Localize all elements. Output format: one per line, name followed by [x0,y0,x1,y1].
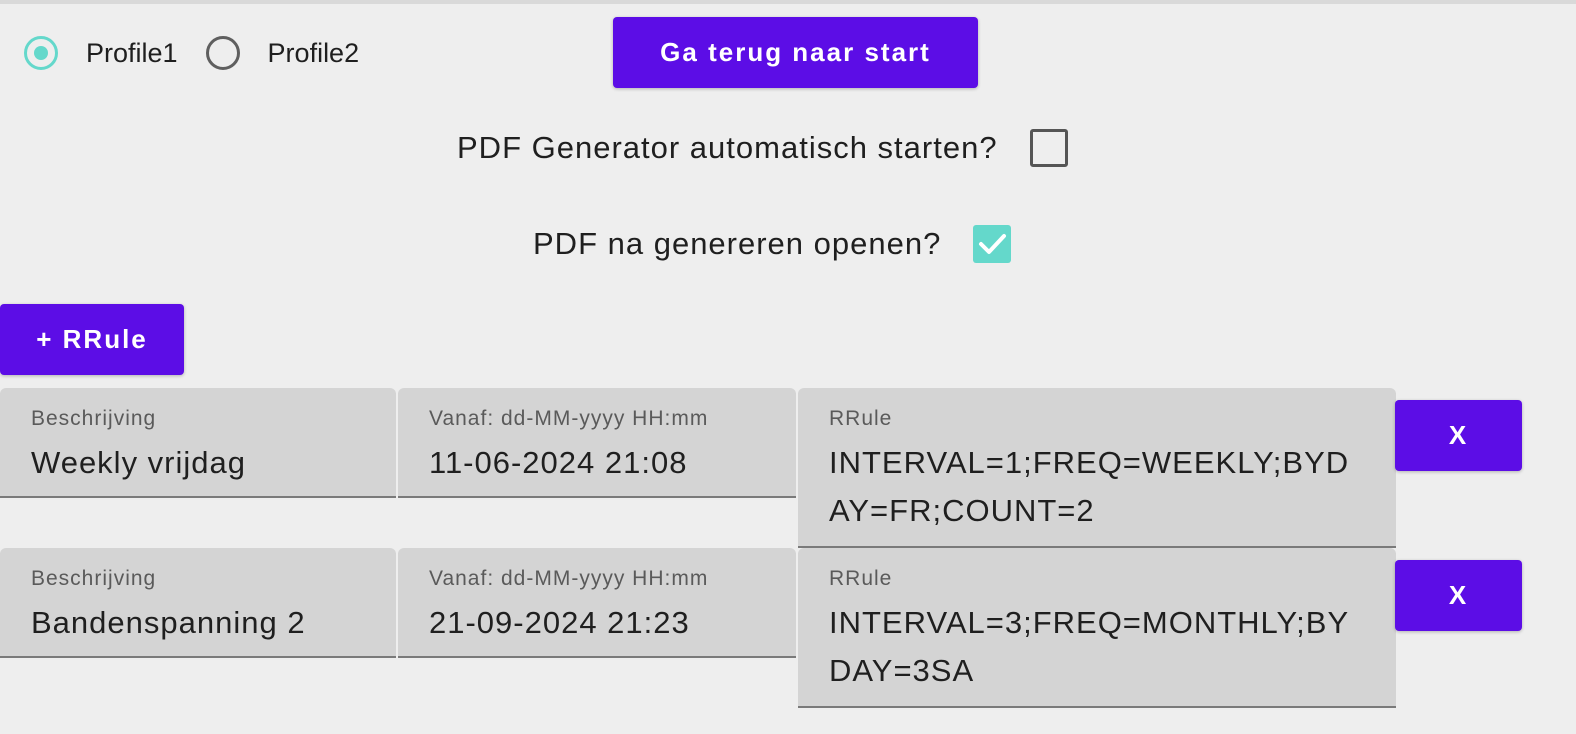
from-date-field-label: Vanaf: dd-MM-yyyy HH:mm [429,567,709,590]
description-field-value: Bandenspanning 2 [31,605,306,640]
delete-rule-button[interactable]: X [1395,560,1522,631]
profile-option-2-label: Profile2 [267,37,360,68]
rrule-field-label: RRule [829,567,893,590]
description-field[interactable]: Beschrijving Bandenspanning 2 [0,548,396,658]
from-date-field[interactable]: Vanaf: dd-MM-yyyy HH:mm 21-09-2024 21:23 [398,548,796,658]
description-field-label: Beschrijving [31,407,157,430]
rrule-field-value: INTERVAL=1;FREQ=WEEKLY;BYDAY=FR;COUNT=2 [829,445,1350,528]
description-field-value: Weekly vrijdag [31,445,247,480]
rrule-field[interactable]: RRule INTERVAL=1;FREQ=WEEKLY;BYDAY=FR;CO… [798,388,1396,548]
profile-option-1-label: Profile1 [86,37,178,68]
auto-start-label: PDF Generator automatisch starten? [457,130,998,165]
from-date-field[interactable]: Vanaf: dd-MM-yyyy HH:mm 11-06-2024 21:08 [398,388,796,498]
rrule-field[interactable]: RRule INTERVAL=3;FREQ=MONTHLY;BYDAY=3SA [798,548,1396,708]
description-field[interactable]: Beschrijving Weekly vrijdag [0,388,396,498]
rrule-field-label: RRule [829,407,893,430]
open-after-checkbox[interactable] [973,225,1012,263]
open-after-setting: PDF na genereren openen? [533,224,1012,264]
auto-start-setting: PDF Generator automatisch starten? [457,128,1068,168]
auto-start-checkbox[interactable] [1029,129,1068,167]
from-date-field-value: 21-09-2024 21:23 [429,605,690,640]
radio-selected-icon[interactable] [24,36,58,70]
description-field-label: Beschrijving [31,567,157,590]
top-divider [0,0,1576,4]
rrule-field-value: INTERVAL=3;FREQ=MONTHLY;BYDAY=3SA [829,605,1350,688]
from-date-field-value: 11-06-2024 21:08 [429,445,688,480]
open-after-label: PDF na genereren openen? [533,226,942,261]
profile-radio-group: Profile1 Profile2 [24,30,387,76]
profile-option-1[interactable]: Profile1 [24,36,206,70]
radio-unselected-icon[interactable] [205,36,240,70]
delete-rule-button[interactable]: X [1395,400,1522,471]
back-to-start-button[interactable]: Ga terug naar start [613,17,978,88]
checkmark-icon [979,234,1007,254]
add-rrule-button[interactable]: + RRule [0,304,184,375]
from-date-field-label: Vanaf: dd-MM-yyyy HH:mm [429,407,709,430]
profile-option-2[interactable]: Profile2 [205,36,388,70]
